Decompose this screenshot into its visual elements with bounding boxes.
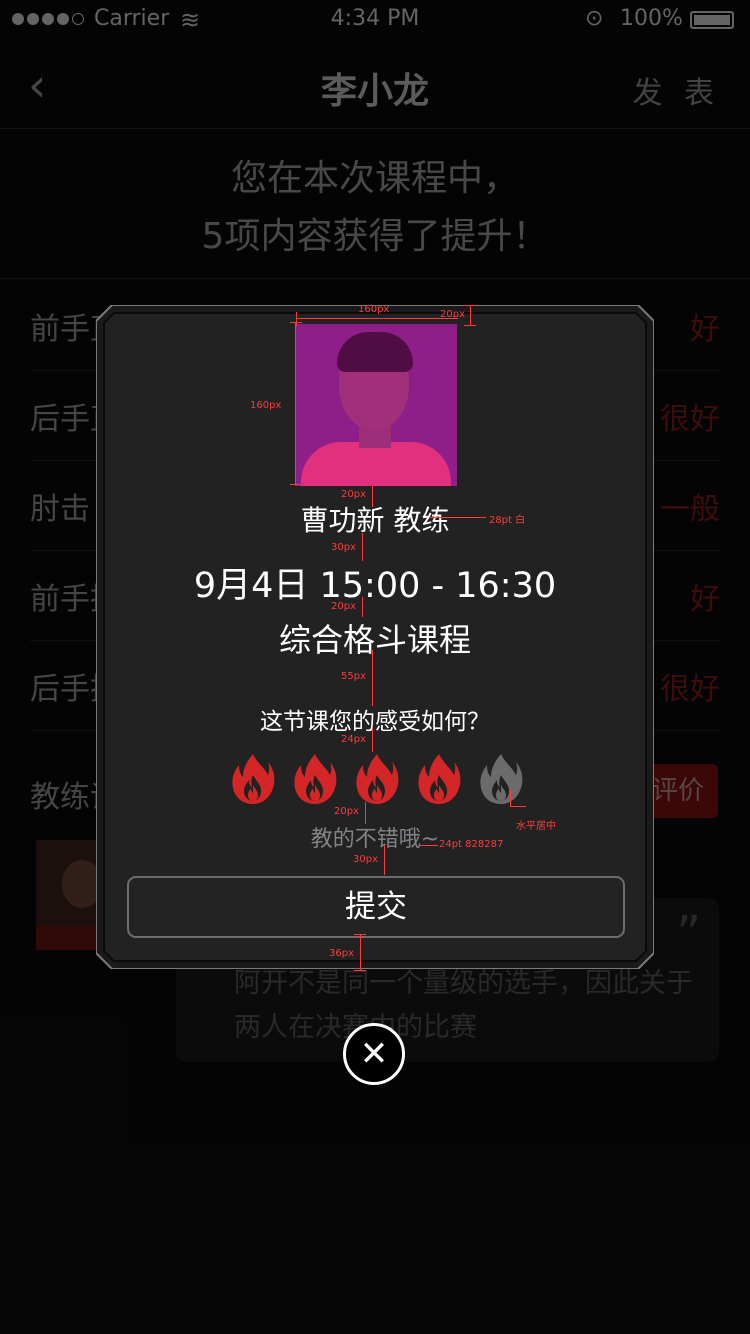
annotation-line [372,485,373,507]
annotation-label: 160px [250,400,282,411]
annotation-label: 20px [334,806,359,817]
annotation-label: 36px [329,948,354,959]
annotation-label: 30px [331,542,356,553]
close-icon: ✕ [359,1034,389,1074]
close-button[interactable]: ✕ [343,1023,405,1085]
flame-icon[interactable] [230,753,276,805]
annotation-label: 30px [353,854,378,865]
feedback-question: 这节课您的感受如何？ [260,709,490,735]
annotation-line [464,305,476,306]
annotation-label: 24pt 828287 [439,839,504,850]
annotation-line [510,806,526,807]
annotation-line [470,305,471,325]
annotation-label: 55px [341,671,366,682]
rating-dialog: 曹功新 教练 9月4日 15:00 - 16:30 综合格斗课程 这节课您的感受… [96,305,654,969]
annotation-label: 28pt 白 [489,515,526,526]
annotation-line [510,790,511,806]
annotation-line [464,325,476,326]
annotation-line [420,845,438,846]
annotation-label: 20px [331,601,356,612]
flame-icon[interactable] [478,753,524,805]
annotation-line [362,597,363,617]
annotation-line [362,533,363,561]
annotation-label: 水平居中 [516,821,556,832]
annotation-label: 20px [440,309,465,320]
annotation-line [295,322,296,485]
annotation-label: 160px [358,304,390,315]
course-name: 综合格斗课程 [278,621,471,659]
annotation-line [430,517,486,518]
coach-photo [295,324,457,486]
annotation-label: 20px [341,489,366,500]
annotation-line [372,650,373,706]
annotation-line [384,845,385,875]
flame-rating [230,753,523,809]
annotation-line [354,934,366,935]
submit-button[interactable]: 提交 [127,876,625,938]
annotation-line [372,728,373,752]
annotation-line [290,322,302,323]
annotation-line [290,484,302,485]
course-time: 9月4日 15:00 - 16:30 [193,566,557,606]
annotation-line [296,312,297,326]
annotation-label: 24px [341,734,366,745]
annotation-line [360,934,361,970]
annotation-line [296,318,458,319]
flame-icon[interactable] [354,753,400,805]
flame-icon[interactable] [416,753,462,805]
rating-caption: 教的不错哦~ [310,827,440,852]
annotation-line [354,970,366,971]
flame-icon[interactable] [292,753,338,805]
annotation-line [365,802,366,824]
coach-name: 曹功新 教练 [300,504,450,537]
